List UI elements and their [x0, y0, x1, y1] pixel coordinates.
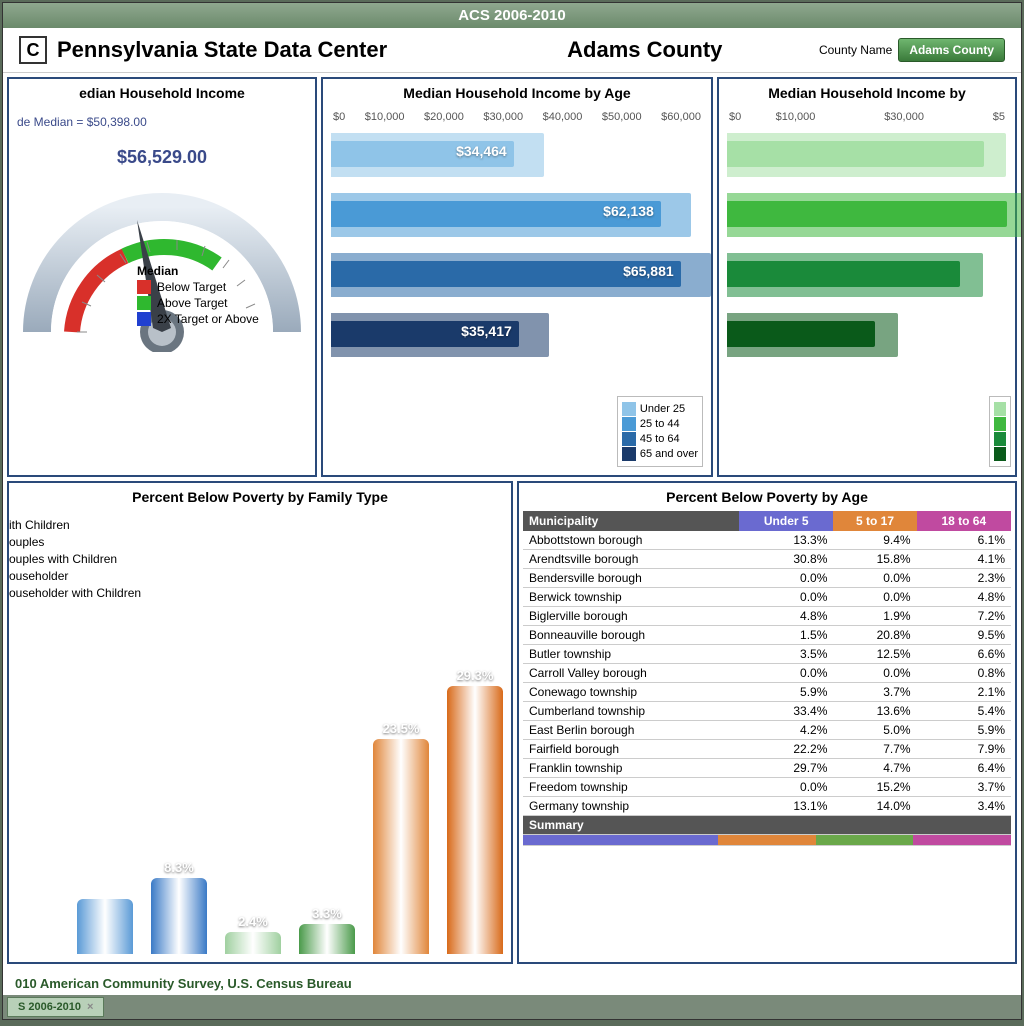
gauge-statewide-note: de Median = $50,398.00 — [17, 115, 307, 129]
close-icon[interactable]: × — [87, 1001, 93, 1013]
poverty-age-table[interactable]: MunicipalityUnder 55 to 1718 to 64 Abbot… — [523, 511, 1011, 846]
table-row[interactable]: Fairfield borough22.2%7.7%7.9% — [523, 740, 1011, 759]
gauge-panel-title: edian Household Income — [9, 79, 315, 107]
table-row[interactable]: Bonneauville borough1.5%20.8%9.5% — [523, 626, 1011, 645]
table-row[interactable]: Abbottstown borough13.3%9.4%6.1% — [523, 531, 1011, 550]
logo: C — [19, 36, 47, 64]
footer-citation: 010 American Community Survey, U.S. Cens… — [3, 968, 1021, 995]
tab-acs[interactable]: S 2006-2010× — [7, 997, 104, 1017]
county-select-button[interactable]: Adams County — [898, 38, 1005, 62]
table-row[interactable]: Franklin township29.7%4.7%6.4% — [523, 759, 1011, 778]
table-row[interactable]: Biglerville borough4.8%1.9%7.2% — [523, 607, 1011, 626]
poverty-family-panel: Percent Below Poverty by Family Type ith… — [7, 481, 513, 964]
table-row[interactable]: Germany township13.1%14.0%3.4% — [523, 797, 1011, 816]
window-titlebar: ACS 2006-2010 — [3, 3, 1021, 28]
median-legend: Median Below Target Above Target 2X Targ… — [137, 264, 307, 326]
table-row[interactable]: Conewago township5.9%3.7%2.1% — [523, 683, 1011, 702]
gauge-panel: edian Household Income de Median = $50,3… — [7, 77, 317, 477]
tenure-legend — [989, 396, 1011, 467]
poverty-family-title: Percent Below Poverty by Family Type — [9, 483, 511, 511]
gauge-value: $56,529.00 — [17, 147, 307, 168]
table-row[interactable]: Arendtsville borough30.8%15.8%4.1% — [523, 550, 1011, 569]
family-legend: ith Children ouples ouples with Children… — [9, 515, 141, 603]
income-by-age-panel: Median Household Income by Age $0$10,000… — [321, 77, 713, 477]
table-row[interactable]: Butler township3.5%12.5%6.6% — [523, 645, 1011, 664]
income-by-age-title: Median Household Income by Age — [323, 79, 711, 107]
app-title: Pennsylvania State Data Center — [57, 37, 387, 63]
table-row[interactable]: Freedom township0.0%15.2%3.7% — [523, 778, 1011, 797]
county-name-label: County Name — [819, 43, 892, 57]
table-row[interactable]: Bendersville borough0.0%0.0%2.3% — [523, 569, 1011, 588]
poverty-age-panel: Percent Below Poverty by Age Municipalit… — [517, 481, 1017, 964]
income-by-tenure-panel: Median Household Income by $0$10,000$30,… — [717, 77, 1017, 477]
table-row[interactable]: Carroll Valley borough0.0%0.0%0.8% — [523, 664, 1011, 683]
poverty-age-title: Percent Below Poverty by Age — [519, 483, 1015, 511]
tab-bar: S 2006-2010× — [3, 995, 1021, 1019]
table-row[interactable]: Berwick township0.0%0.0%4.8% — [523, 588, 1011, 607]
header: C Pennsylvania State Data Center Adams C… — [3, 28, 1021, 73]
income-by-tenure-title: Median Household Income by — [719, 79, 1015, 107]
county-title: Adams County — [567, 37, 722, 63]
table-row[interactable]: Cumberland township33.4%13.6%5.4% — [523, 702, 1011, 721]
age-legend: Under 2525 to 4445 to 6465 and over — [617, 396, 703, 467]
table-row[interactable]: East Berlin borough4.2%5.0%5.9% — [523, 721, 1011, 740]
